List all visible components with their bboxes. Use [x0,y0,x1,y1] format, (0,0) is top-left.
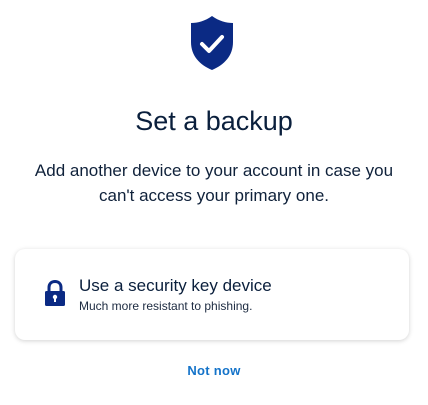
option-subtitle: Much more resistant to phishing. [79,299,253,313]
lock-icon [45,280,65,306]
not-now-container: Not now [0,362,428,380]
security-key-option[interactable]: Use a security key device Much more resi… [15,249,409,340]
page-title: Set a backup [135,106,293,136]
option-title: Use a security key device [79,276,272,295]
page-description: Add another device to your account in ca… [34,161,394,205]
shield-check-icon [191,16,233,70]
not-now-button[interactable]: Not now [183,361,244,380]
